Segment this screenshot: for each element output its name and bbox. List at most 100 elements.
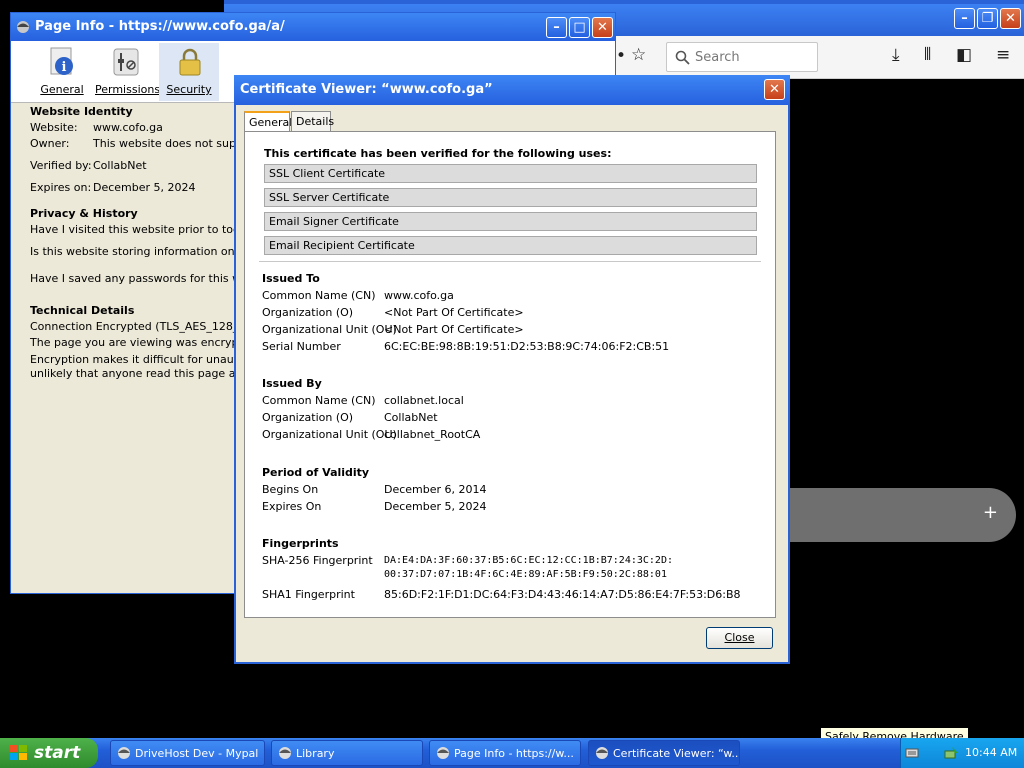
browser-logo-icon — [118, 747, 130, 759]
background-panel: + — [790, 488, 1016, 542]
safely-remove-hardware-icon[interactable] — [943, 745, 959, 761]
certificate-viewer-titlebar: Certificate Viewer: “www.cofo.ga” ✕ — [234, 75, 790, 105]
browser-logo-icon — [279, 747, 291, 759]
issued-to-cn-value: www.cofo.ga — [384, 289, 454, 302]
maximize-icon[interactable]: ❐ — [977, 8, 998, 29]
taskbar-item-label: Page Info - https://w... — [454, 747, 574, 760]
taskbar-item[interactable]: DriveHost Dev - Mypal — [110, 740, 265, 766]
sidebar-icon[interactable]: ◧ — [956, 45, 972, 65]
browser-logo-icon — [596, 747, 608, 759]
expires-label: Expires on: — [30, 181, 92, 194]
tab-details[interactable]: Details — [291, 111, 334, 131]
usage-item: Email Signer Certificate — [264, 212, 757, 231]
sha256-label: SHA-256 Fingerprint — [262, 554, 373, 567]
taskbar: start DriveHost Dev - Mypal Library Page… — [0, 738, 1024, 768]
menu-icon[interactable]: ≡ — [996, 45, 1010, 65]
technical-line-1: Connection Encrypted (TLS_AES_128_GCM — [30, 320, 265, 333]
lock-icon — [179, 48, 201, 76]
usage-item: SSL Client Certificate — [264, 164, 757, 183]
library-icon[interactable]: ⫴ — [924, 45, 931, 65]
issued-by-cn-label: Common Name (CN) — [262, 394, 376, 407]
sha256-value-line-2: 00:37:D7:07:1B:4F:6C:4E:89:AF:5B:F9:50:2… — [384, 569, 667, 580]
permissions-icon — [113, 48, 139, 76]
privacy-question-visited: Have I visited this website prior to tod… — [30, 223, 260, 236]
certificate-viewer-title: Certificate Viewer: “www.cofo.ga” — [240, 82, 493, 97]
website-label: Website: — [30, 121, 78, 134]
verified-by-value: CollabNet — [93, 159, 147, 172]
verified-uses-heading: This certificate has been verified for t… — [264, 147, 612, 160]
start-button[interactable]: start — [0, 738, 98, 768]
page-info-titlebar: Page Info - https://www.cofo.ga/a/ – □ ✕ — [11, 13, 615, 41]
divider — [259, 261, 761, 262]
issued-to-ou-label: Organizational Unit (OU) — [262, 323, 397, 336]
certificate-viewer-window: Certificate Viewer: “www.cofo.ga” ✕ Gene… — [234, 75, 790, 664]
usage-item: Email Recipient Certificate — [264, 236, 757, 255]
issued-to-o-value: <Not Part Of Certificate> — [384, 306, 524, 319]
expires-on-value: December 5, 2024 — [384, 500, 487, 513]
page-info-title: Page Info - https://www.cofo.ga/a/ — [35, 19, 285, 34]
keyboard-icon[interactable] — [905, 746, 919, 760]
privacy-question-passwords: Have I saved any passwords for this webs… — [30, 272, 264, 285]
plus-icon[interactable]: + — [983, 502, 998, 523]
issued-to-heading: Issued To — [262, 272, 320, 285]
begins-on-value: December 6, 2014 — [384, 483, 487, 496]
tab-general-label: General — [40, 83, 84, 96]
tab-general[interactable]: i General — [31, 43, 93, 101]
verified-by-label: Verified by: — [30, 159, 92, 172]
tab-security-label: Security — [166, 83, 212, 96]
sha1-label: SHA1 Fingerprint — [262, 588, 355, 601]
sha1-value: 85:6D:F2:1F:D1:DC:64:F3:D4:43:46:14:A7:D… — [384, 588, 741, 601]
maximize-icon[interactable]: □ — [569, 17, 590, 38]
issued-by-ou-label: Organizational Unit (OU) — [262, 428, 397, 441]
issued-to-o-label: Organization (O) — [262, 306, 354, 319]
technical-line-2: The page you are viewing was encrypted b — [30, 336, 268, 349]
taskbar-item-label: DriveHost Dev - Mypal — [135, 747, 259, 760]
expires-on-label: Expires On — [262, 500, 322, 513]
technical-line-3: Encryption makes it difficult for unauth… — [30, 353, 266, 366]
sha256-value-line-1: DA:E4:DA:3F:60:37:B5:6C:EC:12:CC:1B:B7:2… — [384, 555, 673, 566]
validity-heading: Period of Validity — [262, 466, 370, 479]
download-icon[interactable]: ⤓ — [892, 45, 900, 65]
start-label: start — [34, 743, 81, 763]
owner-label: Owner: — [30, 137, 70, 150]
website-value: www.cofo.ga — [93, 121, 163, 134]
minimize-icon[interactable]: – — [546, 17, 567, 38]
windows-logo-icon — [10, 745, 27, 760]
bookmark-star-icon[interactable]: ☆ — [631, 45, 646, 65]
search-placeholder: Search — [695, 50, 740, 65]
close-button[interactable]: Close — [706, 627, 773, 649]
issued-by-o-label: Organization (O) — [262, 411, 354, 424]
serial-number-value: 6C:EC:BE:98:8B:19:51:D2:53:B8:9C:74:06:F… — [384, 340, 670, 353]
taskbar-item-label: Certificate Viewer: “w... — [613, 747, 740, 760]
browser-logo-icon — [437, 747, 449, 759]
technical-heading: Technical Details — [30, 304, 135, 317]
technical-line-4: unlikely that anyone read this page as i… — [30, 367, 265, 380]
fingerprints-heading: Fingerprints — [262, 537, 339, 550]
issued-by-ou-value: collabnet_RootCA — [384, 428, 481, 441]
tab-general[interactable]: General — [244, 111, 292, 132]
info-icon: i — [50, 47, 73, 75]
usage-item: SSL Server Certificate — [264, 188, 757, 207]
taskbar-item[interactable]: Certificate Viewer: “w... — [588, 740, 740, 766]
tab-permissions[interactable]: Permissions — [95, 43, 160, 101]
tab-security[interactable]: Security — [159, 43, 219, 101]
search-input[interactable]: Search — [666, 42, 818, 72]
owner-value: This website does not supply — [93, 137, 253, 150]
issued-by-cn-value: collabnet.local — [384, 394, 464, 407]
issued-to-cn-label: Common Name (CN) — [262, 289, 376, 302]
search-icon — [675, 50, 690, 65]
close-icon[interactable]: ✕ — [764, 79, 785, 100]
taskbar-item[interactable]: Page Info - https://w... — [429, 740, 581, 766]
more-dot-icon: • — [616, 46, 627, 66]
minimize-icon[interactable]: – — [954, 8, 975, 29]
close-icon[interactable]: ✕ — [1000, 8, 1021, 29]
clock: 10:44 AM — [965, 746, 1018, 759]
svg-text:i: i — [62, 60, 67, 75]
close-icon[interactable]: ✕ — [592, 17, 613, 38]
expires-value: December 5, 2024 — [93, 181, 196, 194]
system-tray: 10:44 AM — [900, 738, 1024, 768]
website-identity-heading: Website Identity — [30, 105, 133, 118]
taskbar-item[interactable]: Library — [271, 740, 423, 766]
begins-on-label: Begins On — [262, 483, 319, 496]
issued-by-o-value: CollabNet — [384, 411, 438, 424]
